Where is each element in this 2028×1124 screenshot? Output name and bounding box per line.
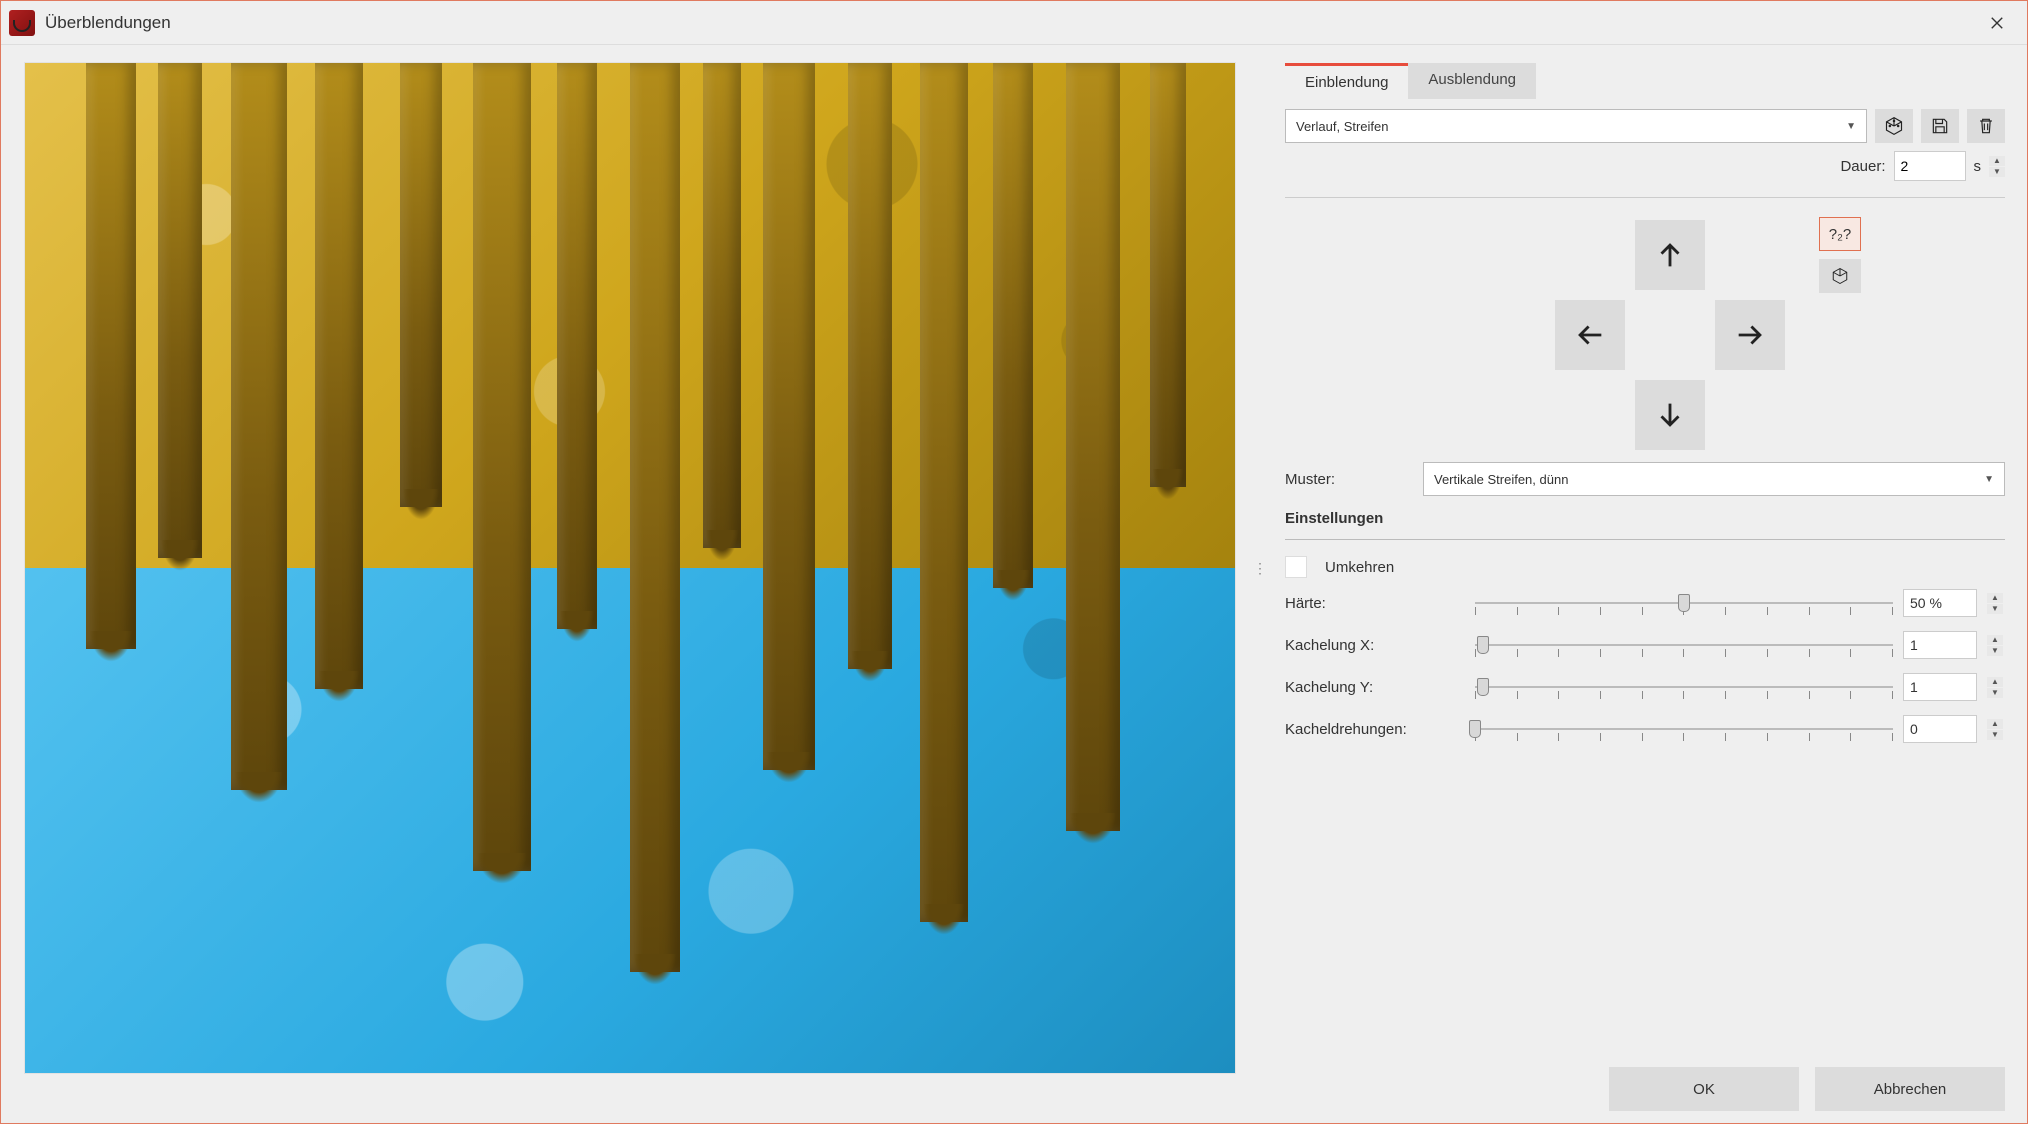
app-icon: [9, 10, 35, 36]
tilerot-label: Kacheldrehungen:: [1285, 721, 1465, 738]
direction-grid: ?₂?: [1285, 220, 2005, 450]
transition-select-value: Verlauf, Streifen: [1296, 119, 1389, 134]
tab-fade-in[interactable]: Einblendung: [1285, 63, 1408, 99]
arrow-right-icon: [1733, 318, 1767, 352]
preview-stripes: [25, 63, 1235, 1073]
duration-spinner[interactable]: ▲▼: [1989, 151, 2005, 181]
save-transition-button[interactable]: [1921, 109, 1959, 143]
trash-icon: [1976, 116, 1996, 136]
random-direction-button[interactable]: [1819, 259, 1861, 293]
tiley-spinner[interactable]: ▲▼: [1987, 672, 2003, 702]
tilex-slider[interactable]: [1475, 631, 1893, 659]
dice-icon: [1831, 267, 1849, 285]
window-title: Überblendungen: [45, 13, 171, 33]
heading-underline: [1285, 539, 2005, 540]
transition-row: Verlauf, Streifen ▼: [1285, 109, 2005, 143]
tilerot-row: Kacheldrehungen: 0 ▲▼: [1285, 712, 2005, 746]
dialog-window: Überblendungen: [0, 0, 2028, 1124]
tilex-row: Kachelung X: 1 ▲▼: [1285, 628, 2005, 662]
direction-left-button[interactable]: [1555, 300, 1625, 370]
settings-panel: Einblendung Ausblendung Verlauf, Streife…: [1285, 63, 2005, 1111]
close-button[interactable]: [1975, 7, 2019, 39]
pattern-select-value: Vertikale Streifen, dünn: [1434, 472, 1568, 487]
pattern-row: Muster: Vertikale Streifen, dünn ▼: [1285, 462, 2005, 496]
hardness-spinner[interactable]: ▲▼: [1987, 588, 2003, 618]
arrow-left-icon: [1573, 318, 1607, 352]
tiley-label: Kachelung Y:: [1285, 679, 1465, 696]
ok-button[interactable]: OK: [1609, 1067, 1799, 1111]
hardness-row: Härte: 50 % ▲▼: [1285, 586, 2005, 620]
delete-transition-button[interactable]: [1967, 109, 2005, 143]
save-icon: [1930, 116, 1950, 136]
settings-heading: Einstellungen: [1285, 510, 2005, 527]
fade-tabs: Einblendung Ausblendung: [1285, 63, 2005, 99]
invert-checkbox[interactable]: [1285, 556, 1307, 578]
tiley-slider[interactable]: [1475, 673, 1893, 701]
chevron-down-icon: ▼: [1984, 474, 1994, 485]
chevron-down-icon: ▼: [1846, 121, 1856, 132]
panel-splitter[interactable]: ⋮: [1257, 63, 1263, 1073]
transition-select[interactable]: Verlauf, Streifen ▼: [1285, 109, 1867, 143]
random-mode-button[interactable]: ?₂?: [1819, 217, 1861, 251]
hardness-value[interactable]: 50 %: [1903, 589, 1977, 617]
hardness-label: Härte:: [1285, 595, 1465, 612]
titlebar: Überblendungen: [1, 1, 2027, 45]
tilerot-slider[interactable]: [1475, 715, 1893, 743]
tilex-spinner[interactable]: ▲▼: [1987, 630, 2003, 660]
close-icon: [1990, 16, 2004, 30]
tilex-label: Kachelung X:: [1285, 637, 1465, 654]
cancel-button[interactable]: Abbrechen: [1815, 1067, 2005, 1111]
duration-input[interactable]: [1894, 151, 1966, 181]
arrow-up-icon: [1653, 238, 1687, 272]
transition-preview: [25, 63, 1235, 1073]
hardness-slider[interactable]: [1475, 589, 1893, 617]
direction-up-button[interactable]: [1635, 220, 1705, 290]
invert-row: Umkehren: [1285, 556, 2005, 578]
tab-fade-out[interactable]: Ausblendung: [1408, 63, 1536, 99]
tilex-value[interactable]: 1: [1903, 631, 1977, 659]
duration-label: Dauer:: [1840, 158, 1885, 175]
tiley-row: Kachelung Y: 1 ▲▼: [1285, 670, 2005, 704]
direction-right-button[interactable]: [1715, 300, 1785, 370]
random-mode-label: ?₂?: [1829, 226, 1852, 243]
arrow-down-icon: [1653, 398, 1687, 432]
divider: [1285, 197, 2005, 198]
tilerot-value[interactable]: 0: [1903, 715, 1977, 743]
pattern-select[interactable]: Vertikale Streifen, dünn ▼: [1423, 462, 2005, 496]
tilerot-spinner[interactable]: ▲▼: [1987, 714, 2003, 744]
direction-down-button[interactable]: [1635, 380, 1705, 450]
content-area: ⋮ Einblendung Ausblendung Verlauf, Strei…: [1, 45, 2027, 1123]
duration-row: Dauer: s ▲▼: [1285, 151, 2005, 181]
invert-label: Umkehren: [1325, 559, 1394, 576]
dice-icon: [1884, 116, 1904, 136]
pattern-label: Muster:: [1285, 471, 1415, 488]
duration-unit: s: [1974, 158, 1982, 175]
random-transition-button[interactable]: [1875, 109, 1913, 143]
dialog-footer: OK Abbrechen: [1285, 1049, 2005, 1111]
tiley-value[interactable]: 1: [1903, 673, 1977, 701]
